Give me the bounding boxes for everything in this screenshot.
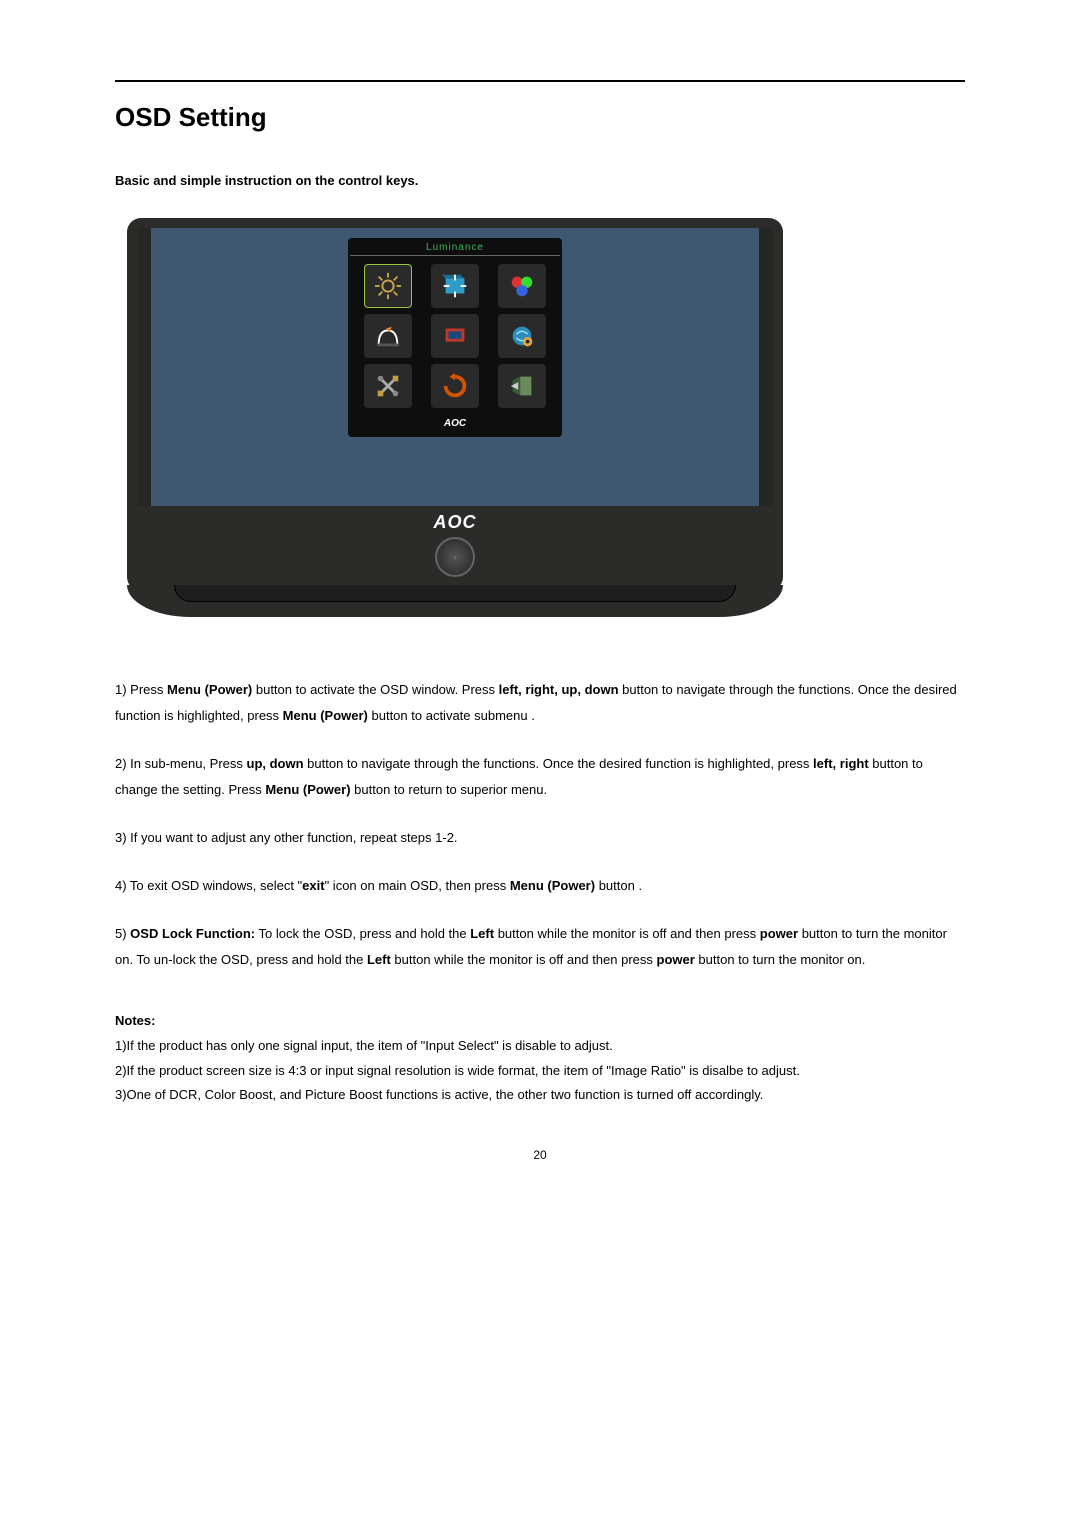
t: 1) Press <box>115 682 167 697</box>
t: button to activate submenu . <box>368 708 535 723</box>
color-boost-icon <box>364 314 412 358</box>
t: button while the monitor is off and then… <box>494 926 760 941</box>
top-rule <box>115 80 965 82</box>
step-1: 1) Press Menu (Power) button to activate… <box>115 677 965 729</box>
t: up, down <box>247 756 304 771</box>
picture-boost-icon <box>431 314 479 358</box>
luminance-icon <box>364 264 412 308</box>
t: To lock the OSD, press and hold the <box>255 926 470 941</box>
extra-icon <box>364 364 412 408</box>
monitor-stand <box>127 585 783 617</box>
t: button to navigate through the functions… <box>304 756 814 771</box>
t: Menu (Power) <box>510 878 595 893</box>
monitor-illustration: Luminance <box>127 218 965 617</box>
t: Left <box>367 952 391 967</box>
t: Menu (Power) <box>265 782 350 797</box>
t: OSD Lock Function: <box>130 926 255 941</box>
t: button to activate the OSD window. Press <box>252 682 498 697</box>
exit-icon <box>498 364 546 408</box>
step-5: 5) OSD Lock Function: To lock the OSD, p… <box>115 921 965 973</box>
note-2: 2)If the product screen size is 4:3 or i… <box>115 1059 965 1084</box>
osd-grid <box>350 256 560 416</box>
t: left, right, up, down <box>499 682 619 697</box>
intro-text: Basic and simple instruction on the cont… <box>115 173 965 188</box>
osd-brand: AOC <box>350 416 560 431</box>
t: button to turn the monitor on. <box>695 952 866 967</box>
step-3: 3) If you want to adjust any other funct… <box>115 825 965 851</box>
osd-panel: Luminance <box>348 238 562 437</box>
t: left, right <box>813 756 869 771</box>
monitor-body: Luminance <box>127 218 783 591</box>
note-1: 1)If the product has only one signal inp… <box>115 1034 965 1059</box>
osd-title: Luminance <box>350 240 560 256</box>
t: button to return to superior menu. <box>351 782 548 797</box>
power-button-icon: ◦ <box>435 537 475 577</box>
t: button . <box>595 878 642 893</box>
t: power <box>657 952 695 967</box>
step-4: 4) To exit OSD windows, select "exit" ic… <box>115 873 965 899</box>
t: Left <box>470 926 494 941</box>
step-2: 2) In sub-menu, Press up, down button to… <box>115 751 965 803</box>
reset-icon <box>431 364 479 408</box>
t: " icon on main OSD, then press <box>325 878 510 893</box>
color-temp-icon <box>498 264 546 308</box>
monitor-screen: Luminance <box>137 228 773 506</box>
t: button while the monitor is off and then… <box>391 952 657 967</box>
note-3: 3)One of DCR, Color Boost, and Picture B… <box>115 1083 965 1108</box>
osd-setup-icon <box>498 314 546 358</box>
image-setup-icon <box>431 264 479 308</box>
t: power <box>760 926 798 941</box>
t: Menu (Power) <box>167 682 252 697</box>
page-title: OSD Setting <box>115 102 965 133</box>
t: exit <box>302 878 324 893</box>
notes-heading: Notes: <box>115 1013 965 1028</box>
t: Menu (Power) <box>283 708 368 723</box>
t: 5) <box>115 926 130 941</box>
bezel-brand: AOC <box>137 512 773 533</box>
page-number: 20 <box>115 1148 965 1162</box>
t: 4) To exit OSD windows, select " <box>115 878 302 893</box>
t: 2) In sub-menu, Press <box>115 756 247 771</box>
